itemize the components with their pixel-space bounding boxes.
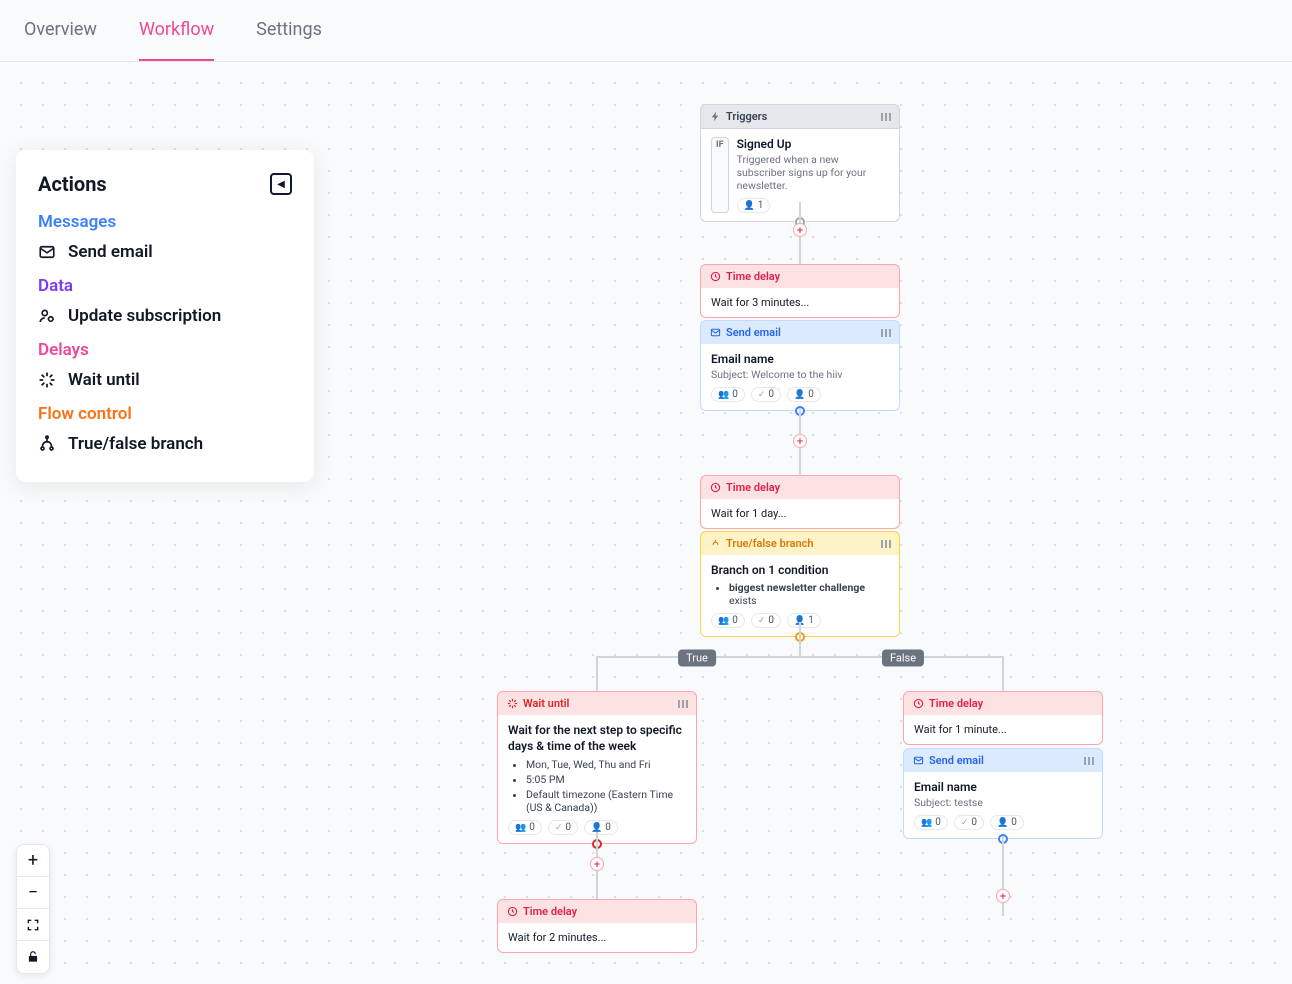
tab-overview[interactable]: Overview [24,0,97,61]
branch-label-true: True [678,650,716,667]
port-out[interactable] [795,632,805,642]
add-step-button[interactable]: + [793,434,807,448]
wait-days: Mon, Tue, Wed, Thu and Fri [526,758,686,771]
bolt-icon [709,111,721,123]
envelope-icon [912,755,924,767]
action-update-subscription[interactable]: Update subscription [38,306,292,326]
action-true-false-branch[interactable]: True/false branch [38,434,292,454]
action-label: Wait until [68,370,140,390]
clock-icon [912,698,924,710]
trigger-desc: Triggered when a new subscriber signs up… [737,153,889,192]
zoom-out-button[interactable]: − [17,877,49,909]
stat-pill: ✓0 [751,387,781,402]
node-header-label: Time delay [726,481,780,494]
stat-pill: 👥0 [711,387,745,402]
wait-time: 5:05 PM [526,773,686,786]
branch-label-false: False [882,650,924,667]
trigger-count-pill: 👤 1 [737,198,771,213]
node-header-label: True/false branch [726,537,813,550]
email-name: Email name [914,780,1092,794]
action-wait-until[interactable]: Wait until [38,370,292,390]
node-branch[interactable]: True/false branch Branch on 1 condition … [700,531,900,637]
clock-icon [709,271,721,283]
node-settings-button[interactable] [881,113,891,121]
stat-pill: 👤0 [787,387,821,402]
tab-workflow[interactable]: Workflow [139,0,214,61]
wait-timezone: Default timezone (Eastern Time (US & Can… [526,788,686,814]
node-header-label: Time delay [523,905,577,918]
node-time-delay-4[interactable]: Time delay Wait for 1 minute... [903,691,1103,745]
node-header-label: Send email [929,754,984,767]
node-time-delay-1[interactable]: Time delay Wait for 3 minutes... [700,264,900,318]
add-step-button[interactable]: + [590,857,604,871]
email-subject: Subject: Welcome to the hiiv [711,368,889,381]
if-badge: IF [711,137,729,213]
node-wait-until[interactable]: Wait until Wait for the next step to spe… [497,691,697,844]
node-settings-button[interactable] [881,540,891,548]
node-header-label: Time delay [726,270,780,283]
workflow-canvas[interactable]: Actions Messages Send email Data Update … [0,62,1292,984]
wait-title: Wait for the next step to specific days … [508,723,686,754]
node-time-delay-3[interactable]: Time delay Wait for 2 minutes... [497,899,697,953]
envelope-icon [38,243,56,261]
collapse-panel-button[interactable] [270,173,292,195]
branch-title: Branch on 1 condition [711,563,889,577]
envelope-icon [709,327,721,339]
node-header-label: Time delay [929,697,983,710]
node-body-text: Wait for 2 minutes... [508,931,606,944]
spinner-icon [38,371,56,389]
user-icon: 👤 [744,201,755,211]
email-name: Email name [711,352,889,366]
node-settings-button[interactable] [881,329,891,337]
actions-title: Actions [38,172,107,196]
tab-settings[interactable]: Settings [256,0,322,61]
action-send-email[interactable]: Send email [38,242,292,262]
zoom-controls: + − [16,844,50,974]
branch-icon [38,435,56,453]
add-step-button[interactable]: + [996,889,1010,903]
action-label: Update subscription [68,306,221,326]
tabs-bar: Overview Workflow Settings [0,0,1292,62]
node-settings-button[interactable] [678,700,688,708]
category-delays: Delays [38,340,292,360]
fit-screen-button[interactable] [17,909,49,941]
clock-icon [709,482,721,494]
trigger-title: Signed Up [737,137,889,151]
lock-button[interactable] [17,941,49,973]
branch-condition: biggest newsletter challenge exists [729,581,889,607]
actions-panel: Actions Messages Send email Data Update … [16,150,314,482]
node-send-email-1[interactable]: Send email Email name Subject: Welcome t… [700,320,900,411]
node-body-text: Wait for 3 minutes... [711,296,809,309]
node-header-label: Triggers [726,110,767,123]
node-time-delay-2[interactable]: Time delay Wait for 1 day... [700,475,900,529]
node-settings-button[interactable] [1084,757,1094,765]
spinner-icon [506,698,518,710]
node-body-text: Wait for 1 day... [711,507,786,520]
zoom-in-button[interactable]: + [17,845,49,877]
category-flow-control: Flow control [38,404,292,424]
node-body-text: Wait for 1 minute... [914,723,1007,736]
category-data: Data [38,276,292,296]
clock-icon [506,906,518,918]
user-gear-icon [38,307,56,325]
category-messages: Messages [38,212,292,232]
node-send-email-2[interactable]: Send email Email name Subject: testse 👥0… [903,748,1103,839]
branch-icon [709,538,721,550]
add-step-button[interactable]: + [793,223,807,237]
node-header-label: Wait until [523,697,569,710]
email-subject: Subject: testse [914,796,1092,809]
node-header-label: Send email [726,326,781,339]
action-label: Send email [68,242,153,262]
action-label: True/false branch [68,434,203,454]
